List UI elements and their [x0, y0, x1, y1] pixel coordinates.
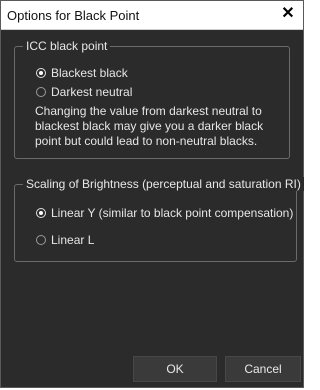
icc-black-point-group-title: ICC black point [23, 39, 111, 53]
linear-y-radio-indicator[interactable] [36, 208, 46, 218]
darkest-neutral-radio-indicator[interactable] [36, 87, 46, 97]
cancel-button[interactable]: Cancel [225, 356, 301, 382]
blackest-black-label: Blackest black [51, 66, 128, 80]
dialog-title: Options for Black Point [7, 8, 140, 23]
darkest-neutral-label: Darkest neutral [51, 85, 133, 99]
icc-description: Changing the value from darkest neutral … [35, 104, 264, 148]
options-dialog: Options for Black Point ✕ ICC black poin… [0, 0, 304, 388]
scaling-brightness-group: Scaling of Brightness (perceptual and sa… [14, 177, 304, 262]
icc-black-point-group: ICC black point Blackest black Darkest n… [14, 39, 290, 159]
linear-y-radio[interactable]: Linear Y (similar to black point compens… [36, 205, 293, 221]
linear-l-radio-indicator[interactable] [36, 235, 46, 245]
close-icon[interactable]: ✕ [279, 4, 297, 24]
blackest-black-radio[interactable]: Blackest black [36, 65, 128, 81]
blackest-black-radio-indicator[interactable] [36, 68, 46, 78]
title-bar: Options for Black Point ✕ [1, 1, 303, 30]
scaling-brightness-group-title: Scaling of Brightness (perceptual and sa… [23, 177, 304, 191]
linear-y-label: Linear Y (similar to black point compens… [51, 206, 294, 220]
ok-button[interactable]: OK [133, 356, 217, 382]
darkest-neutral-radio[interactable]: Darkest neutral [36, 84, 132, 100]
linear-l-radio[interactable]: Linear L [36, 232, 94, 248]
linear-l-label: Linear L [51, 233, 95, 247]
